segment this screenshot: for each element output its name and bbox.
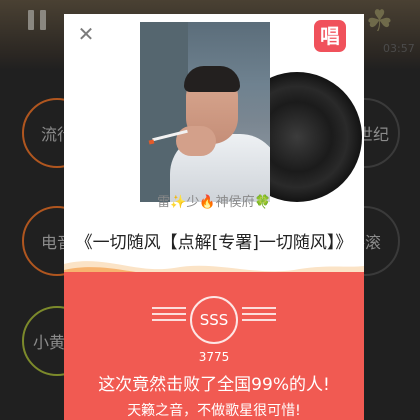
singer-name: 雷✨少🔥神侯府🍀 xyxy=(157,195,271,210)
score-value: 3775 xyxy=(198,350,230,364)
close-icon[interactable]: ✕ xyxy=(76,24,96,44)
album-cover xyxy=(140,22,270,202)
pause-icon[interactable] xyxy=(26,10,48,30)
playback-time: 03:57 xyxy=(383,42,415,55)
clover-icon: ☘ xyxy=(366,4,393,39)
rank-deco-right xyxy=(242,307,276,325)
beat-percentage-text: 这次竟然击败了全国99%的人! xyxy=(98,375,330,395)
sing-app-badge: 唱 xyxy=(314,20,346,52)
slogan-text: 天籁之音，不做歌星很可惜! xyxy=(127,403,301,419)
result-card: ✕ 唱 雷✨少🔥神侯府🍀 《一切随风【点解[专署]一切随风】》 SSS 3775… xyxy=(64,14,364,420)
result-panel xyxy=(64,272,364,420)
rank-badge: SSS xyxy=(190,296,238,344)
rank-deco-left xyxy=(152,307,186,325)
